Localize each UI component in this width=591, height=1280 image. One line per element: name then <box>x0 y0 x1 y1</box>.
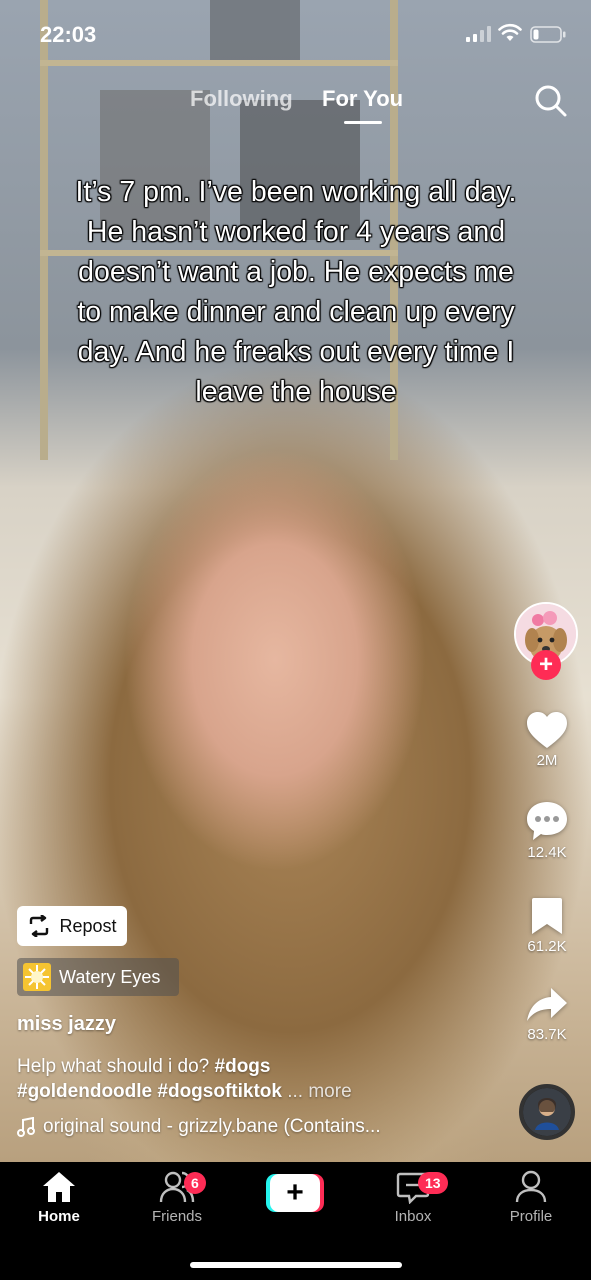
search-icon[interactable] <box>534 84 568 118</box>
hashtag-link[interactable]: #goldendoodle <box>17 1081 152 1102</box>
heart-icon <box>527 712 567 748</box>
tab-following[interactable]: Following <box>190 86 293 112</box>
active-tab-indicator <box>344 121 382 124</box>
sound-name: original sound - grizzly.bane (Contains.… <box>43 1116 381 1137</box>
follow-button[interactable]: + <box>531 650 561 680</box>
share-arrow-icon <box>527 988 567 1021</box>
bookmark-icon <box>532 898 562 934</box>
repost-label: Repost <box>59 915 117 936</box>
effect-name: Watery Eyes <box>59 966 161 987</box>
nav-inbox[interactable]: Inbox 13 <box>368 1170 458 1225</box>
sound-link[interactable]: original sound - grizzly.bane (Contains.… <box>17 1116 381 1138</box>
sound-disc[interactable] <box>519 1084 575 1140</box>
tiktok-screen: 22:03 Following For You It’s 7 pm. I’ve … <box>0 0 591 1280</box>
nav-friends-label: Friends <box>151 1208 203 1225</box>
creator-username[interactable]: miss jazzy <box>17 1013 116 1036</box>
more-link[interactable]: ... more <box>287 1081 351 1102</box>
battery-icon <box>530 26 566 43</box>
comment-icon <box>527 802 567 840</box>
nav-profile[interactable]: Profile <box>486 1170 576 1225</box>
comment-count: 12.4K <box>527 844 567 861</box>
nav-inbox-label: Inbox <box>394 1208 432 1225</box>
home-icon <box>43 1172 75 1202</box>
cellular-signal-icon <box>466 26 491 42</box>
description-text: Help what should i do? <box>17 1056 215 1077</box>
nav-home-label: Home <box>38 1208 80 1225</box>
profile-icon <box>515 1170 547 1203</box>
create-plus-icon: + <box>270 1174 320 1212</box>
creator-avatar[interactable]: + <box>514 602 578 680</box>
hashtag-link[interactable]: #dogs <box>215 1056 271 1077</box>
save-button[interactable]: 61.2K <box>514 896 580 955</box>
share-button[interactable]: 83.7K <box>514 986 580 1043</box>
hashtag-link[interactable]: #dogsoftiktok <box>157 1081 282 1102</box>
share-count: 83.7K <box>527 1026 567 1043</box>
effect-chip[interactable]: Watery Eyes <box>17 958 179 996</box>
sound-cover-icon <box>523 1088 571 1136</box>
repost-button[interactable]: Repost <box>17 906 127 946</box>
nav-profile-label: Profile <box>509 1208 553 1225</box>
save-count: 61.2K <box>527 938 567 955</box>
nav-friends[interactable]: Friends 6 <box>132 1170 222 1225</box>
inbox-notification-badge: 13 <box>418 1172 448 1194</box>
status-time: 22:03 <box>40 22 97 47</box>
home-indicator[interactable] <box>190 1262 402 1268</box>
like-count: 2M <box>536 752 558 769</box>
like-button[interactable]: 2M <box>514 710 580 769</box>
comment-button[interactable]: 12.4K <box>514 800 580 861</box>
create-button[interactable]: + <box>266 1174 324 1212</box>
video-description[interactable]: Help what should i do? #dogs #goldendoodl… <box>17 1054 497 1104</box>
nav-home[interactable]: Home <box>14 1170 104 1225</box>
friends-notification-badge: 6 <box>184 1172 206 1194</box>
sparkle-icon <box>25 965 49 989</box>
repost-icon <box>30 915 49 937</box>
music-note-icon <box>17 1117 35 1137</box>
effect-thumbnail <box>23 963 51 991</box>
status-bar: 22:03 <box>0 0 591 70</box>
video-caption-overlay: It’s 7 pm. I’ve been working all day. He… <box>75 176 517 408</box>
tab-for-you[interactable]: For You <box>322 86 403 112</box>
wifi-icon <box>498 23 522 41</box>
